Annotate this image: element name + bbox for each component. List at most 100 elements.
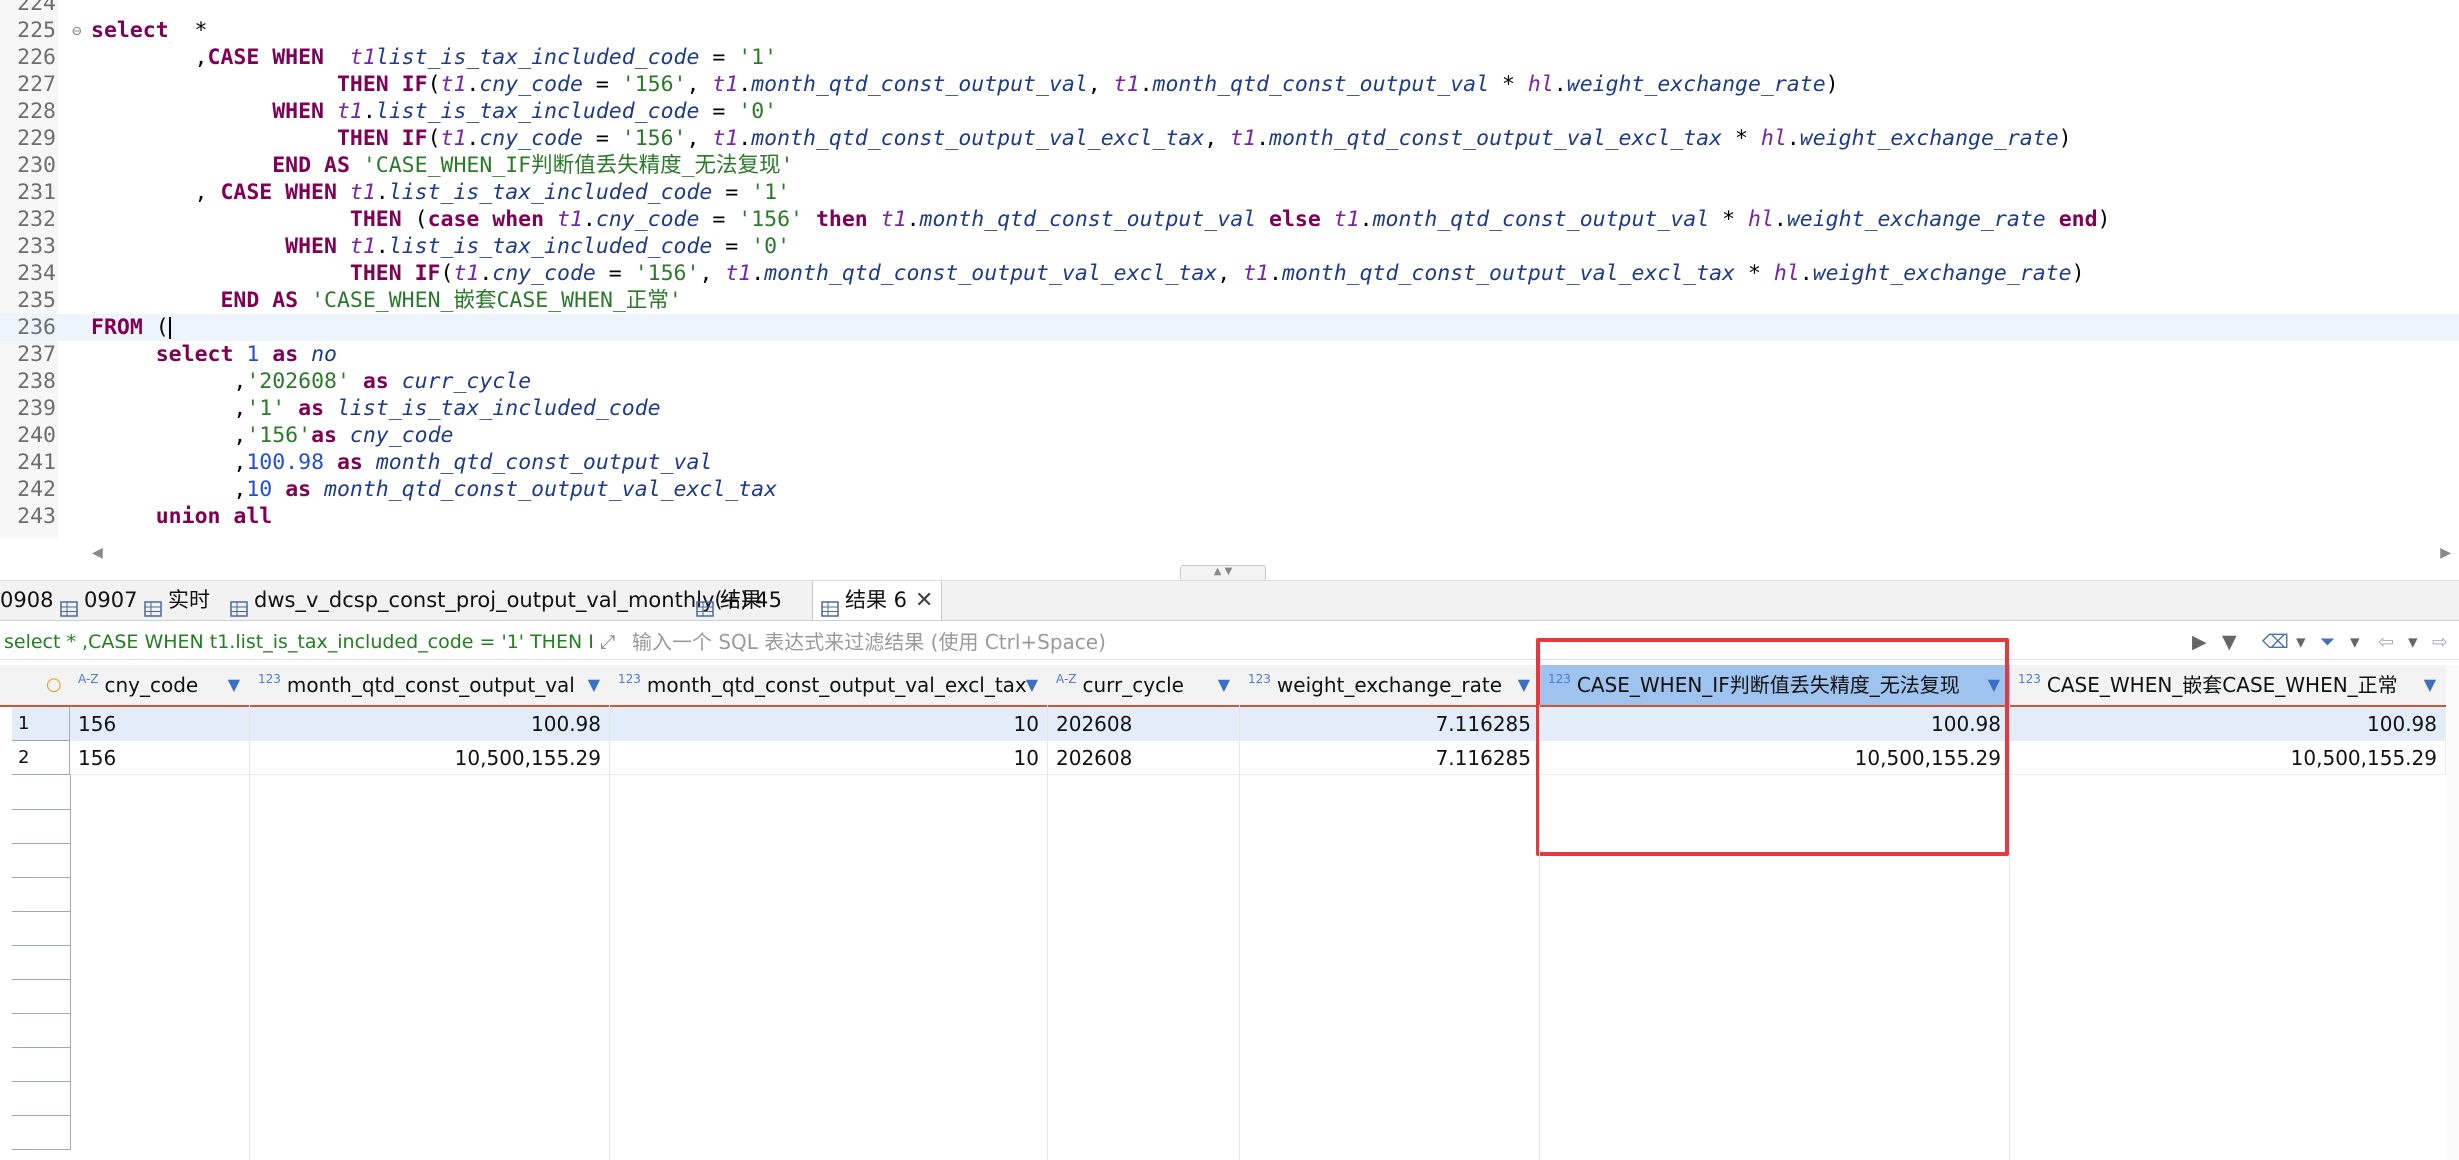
code-token: select (155, 342, 234, 367)
eraser-dropdown-icon[interactable]: ▾ (2296, 629, 2306, 655)
code-token: t1 (1230, 126, 1257, 151)
table-cell[interactable]: 10 (610, 707, 1048, 741)
table-cell[interactable]: 156 (70, 707, 250, 741)
code-line[interactable]: 227 THEN IF(t1.cny_code = '156', t1.mont… (0, 71, 2459, 98)
code-token: . (1269, 261, 1282, 286)
back-dropdown-icon[interactable]: ▾ (2408, 629, 2418, 655)
filter-history-dropdown-icon[interactable]: ▼ (2222, 629, 2237, 655)
table-cell[interactable]: 10,500,155.29 (2010, 741, 2446, 775)
code-line[interactable]: 240 ,'156'as cny_code (0, 422, 2459, 449)
sort-dropdown-icon[interactable]: ▼ (1218, 665, 1230, 705)
eraser-icon[interactable]: ⌫ (2262, 629, 2289, 655)
table-cell[interactable]: 100.98 (2010, 707, 2446, 741)
code-line[interactable]: 228 WHEN t1.list_is_tax_included_code = … (0, 98, 2459, 125)
code-token: '156' (621, 126, 687, 151)
code-token: t1 (725, 261, 752, 286)
code-line[interactable]: 236 FROM ( (0, 314, 2459, 341)
code-token: '1' (246, 396, 286, 421)
table-cell[interactable]: 100.98 (250, 707, 610, 741)
expand-icon[interactable]: ⤢ (600, 629, 615, 655)
code-token: * (1735, 261, 1774, 286)
grid-column-line (1047, 705, 1048, 1160)
code-line[interactable]: 243 union all (0, 503, 2459, 530)
code-token: hl (1773, 261, 1800, 286)
code-line[interactable]: 225 ⊖ select * (0, 17, 2459, 44)
back-arrow-icon[interactable]: ⇦ (2378, 629, 2394, 655)
table-cell[interactable]: 10,500,155.29 (250, 741, 610, 775)
query-text-preview[interactable]: select * ,CASE WHEN t1.list_is_tax_inclu… (4, 625, 592, 659)
editor-horizontal-scrollbar[interactable]: ◀ ▶ (88, 543, 2459, 561)
code-line[interactable]: 242 ,10 as month_qtd_const_output_val_ex… (0, 476, 2459, 503)
table-cell[interactable]: 156 (70, 741, 250, 775)
table-cell[interactable]: 7.116285 (1240, 741, 1540, 775)
select-all-circle-icon[interactable]: ○ (46, 665, 62, 705)
funnel-dropdown-icon[interactable]: ▾ (2350, 629, 2360, 655)
code-line[interactable]: 233 WHEN t1.list_is_tax_included_code = … (0, 233, 2459, 260)
row-number[interactable]: 2 (12, 741, 70, 775)
column-header[interactable]: A-Z cny_code ▼ (70, 665, 251, 707)
code-token: ( (440, 261, 454, 286)
code-token: no (311, 342, 337, 367)
code-token: ) (1825, 72, 1839, 97)
table-cell[interactable]: 202608 (1048, 741, 1240, 775)
code-line[interactable]: 241 ,100.98 as month_qtd_const_output_va… (0, 449, 2459, 476)
fold-toggle-icon[interactable]: ⊖ (72, 17, 82, 44)
table-cell[interactable]: 202608 (1048, 707, 1240, 741)
code-line[interactable]: 230 END AS 'CASE_WHEN_IF判断值丢失精度_无法复现' (0, 152, 2459, 179)
code-line[interactable]: 224 (0, 0, 2459, 17)
code-token: THEN (349, 207, 402, 232)
code-token: , (91, 396, 247, 421)
column-header[interactable]: 123 month_qtd_const_output_val ▼ (250, 665, 611, 707)
code-text: WHEN t1.list_is_tax_included_code = '0' (91, 233, 790, 260)
forward-arrow-icon[interactable]: ⇨ (2432, 629, 2448, 655)
column-header[interactable]: 123 month_qtd_const_output_val_excl_tax ▼ (610, 665, 1049, 707)
scroll-left-arrow-icon[interactable]: ◀ (92, 545, 103, 561)
code-line[interactable]: 232 THEN (case when t1.cny_code = '156' … (0, 206, 2459, 233)
code-token: THEN IF (336, 126, 428, 151)
code-token: t1 (349, 180, 376, 205)
code-line[interactable]: 239 ,'1' as list_is_tax_included_code (0, 395, 2459, 422)
result-tab[interactable]: 结果 5 (688, 581, 790, 620)
code-token: month_qtd_const_output_val_excl_tax (324, 477, 778, 502)
result-tab[interactable]: 实时 (136, 581, 218, 620)
table-cell[interactable]: 10 (610, 741, 1048, 775)
sort-dropdown-icon[interactable]: ▼ (228, 665, 240, 705)
column-header[interactable]: A-Z curr_cycle ▼ (1048, 665, 1241, 707)
code-line[interactable]: 238 ,'202608' as curr_cycle (0, 368, 2459, 395)
column-type-icon: 123 (1248, 672, 1271, 686)
result-tab[interactable]: 0907 (52, 581, 145, 620)
code-token: . (466, 72, 480, 97)
scroll-right-arrow-icon[interactable]: ▶ (2440, 545, 2451, 561)
table-cell[interactable]: 7.116285 (1240, 707, 1540, 741)
code-token: , (686, 126, 713, 151)
code-token: cny_code (595, 207, 700, 232)
column-header[interactable]: 123 CASE_WHEN_嵌套CASE_WHEN_正常 ▼ (2010, 665, 2447, 707)
column-header[interactable]: 123 weight_exchange_rate ▼ (1240, 665, 1541, 707)
sort-dropdown-icon[interactable]: ▼ (588, 665, 600, 705)
close-tab-icon[interactable]: ✕ (915, 588, 933, 613)
code-text: ,CASE WHEN t1list_is_tax_included_code =… (91, 44, 778, 71)
line-number: 228 (17, 99, 56, 124)
panel-splitter-handle[interactable]: ▲ ▼ (1180, 565, 1266, 581)
results-grid[interactable]: ○ A-Z cny_code ▼ 123 month_qtd_const_output_v… (0, 665, 2447, 1160)
row-number[interactable]: 1 (12, 707, 70, 741)
code-line[interactable]: 231 , CASE WHEN t1.list_is_tax_included_… (0, 179, 2459, 206)
row-header-corner[interactable]: ○ (0, 665, 71, 707)
code-line[interactable]: 235 END AS 'CASE_WHEN_嵌套CASE_WHEN_正常' (0, 287, 2459, 314)
filter-apply-arrow-icon[interactable]: ▶ (2192, 629, 2207, 655)
sort-dropdown-icon[interactable]: ▼ (1026, 665, 1038, 705)
sql-editor[interactable]: 224 225 ⊖ select * 226 ,CASE WHEN t1list_is_… (0, 0, 2459, 538)
code-line[interactable]: 237 select 1 as no (0, 341, 2459, 368)
filter-funnel-icon[interactable]: ⏷ (2320, 629, 2335, 655)
result-tab[interactable]: 结果 6 ✕ (812, 581, 943, 620)
code-line[interactable]: 226 ,CASE WHEN t1list_is_tax_included_co… (0, 44, 2459, 71)
line-number: 224 (17, 0, 56, 16)
sort-dropdown-icon[interactable]: ▼ (2424, 665, 2436, 705)
code-line[interactable]: 234 THEN IF(t1.cny_code = '156', t1.mont… (0, 260, 2459, 287)
code-line[interactable]: 229 THEN IF(t1.cny_code = '156', t1.mont… (0, 125, 2459, 152)
sort-dropdown-icon[interactable]: ▼ (1518, 665, 1530, 705)
